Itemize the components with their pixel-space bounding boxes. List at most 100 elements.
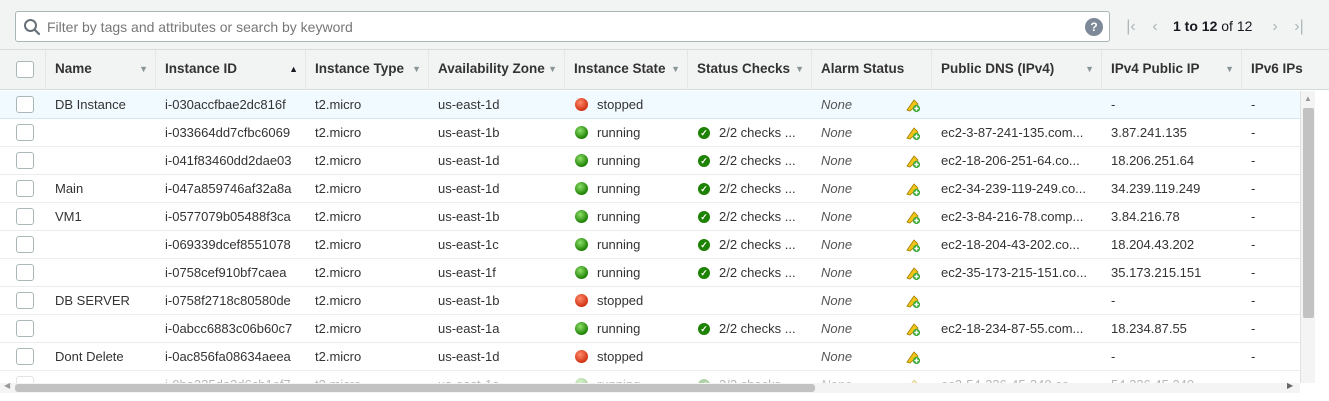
search-box[interactable]: ? — [15, 11, 1110, 42]
add-alarm-icon[interactable] — [905, 181, 921, 197]
scroll-left-icon[interactable]: ◀ — [4, 381, 10, 390]
row-checkbox[interactable] — [16, 348, 34, 365]
table-row[interactable]: i-041f83460dd2dae03 t2.micro us-east-1d run… — [0, 147, 1300, 175]
column-header-status-checks[interactable]: Status Checks ▼ — [688, 50, 812, 90]
last-page-icon[interactable]: ›| — [1292, 18, 1306, 36]
search-input[interactable] — [45, 15, 1075, 38]
horizontal-scrollbar[interactable]: ◀ ▶ — [0, 381, 1300, 393]
table-row[interactable]: Main i-047a859746af32a8a t2.micro us-east-1… — [0, 175, 1300, 203]
instance-state: running — [597, 125, 641, 140]
instance-type: t2.micro — [315, 153, 362, 168]
add-alarm-icon[interactable] — [905, 97, 921, 113]
instance-name — [55, 259, 155, 287]
instance-state: stopped — [597, 349, 644, 364]
status-checks: 2/2 checks ... — [719, 209, 796, 224]
status-checks: 2/2 checks ... — [719, 265, 796, 280]
add-alarm-icon[interactable] — [905, 153, 921, 169]
add-alarm-icon[interactable] — [905, 237, 921, 253]
sort-down-icon[interactable]: ▼ — [412, 50, 421, 88]
ipv6-ips: - — [1251, 209, 1256, 224]
column-header-ipv4-public-ip[interactable]: IPv4 Public IP ▼ — [1102, 50, 1242, 90]
previous-page-icon[interactable]: ‹ — [1148, 18, 1162, 36]
row-checkbox[interactable] — [16, 152, 34, 169]
check-circle-icon: ✓ — [698, 183, 710, 195]
instance-name — [55, 371, 155, 383]
column-label: Instance State — [574, 61, 666, 76]
column-header-instance-type[interactable]: Instance Type ▼ — [306, 50, 429, 90]
row-checkbox[interactable] — [16, 320, 34, 337]
row-checkbox[interactable] — [16, 180, 34, 197]
column-label: Instance ID — [165, 61, 238, 76]
row-checkbox[interactable] — [16, 292, 34, 309]
row-checkbox[interactable] — [16, 376, 34, 383]
instance-id: i-0be235da3d6cb1ef7 — [165, 371, 300, 383]
alarm-status: None — [821, 321, 853, 336]
table-row[interactable]: i-069339dcef8551078 t2.micro us-east-1c run… — [0, 231, 1300, 259]
add-alarm-icon[interactable] — [905, 125, 921, 141]
table-row[interactable]: Dont Delete i-0ac856fa08634aeea t2.micro us… — [0, 343, 1300, 371]
next-page-icon[interactable]: › — [1268, 18, 1282, 36]
column-header-alarm-status[interactable]: Alarm Status — [812, 50, 932, 90]
sort-down-icon[interactable]: ▼ — [548, 50, 557, 88]
add-alarm-icon[interactable] — [905, 321, 921, 337]
instance-state-running-icon — [575, 182, 588, 195]
column-label: IPv6 IPs — [1251, 61, 1303, 76]
row-checkbox[interactable] — [16, 236, 34, 253]
alarm-status: None — [821, 349, 853, 364]
vertical-scroll-thumb[interactable] — [1303, 108, 1314, 318]
scroll-right-icon[interactable]: ▶ — [1287, 381, 1293, 390]
column-header-name[interactable]: Name ▼ — [46, 50, 156, 90]
sort-down-icon[interactable]: ▼ — [1085, 50, 1094, 88]
sort-down-icon[interactable]: ▼ — [139, 50, 148, 88]
public-dns: ec2-3-84-216-78.comp... — [941, 209, 1084, 224]
table-row[interactable]: i-0758cef910bf7caea t2.micro us-east-1f run… — [0, 259, 1300, 287]
column-header-ipv6-ips[interactable]: IPv6 IPs — [1242, 50, 1329, 90]
ipv4-public-ip: 18.206.251.64 — [1111, 153, 1195, 168]
column-header-instance-state[interactable]: Instance State ▼ — [565, 50, 688, 90]
sort-down-icon[interactable]: ▼ — [795, 50, 804, 88]
sort-down-icon[interactable]: ▼ — [671, 50, 680, 88]
instance-name: DB Instance — [55, 97, 126, 112]
status-checks: 2/2 checks ... — [719, 181, 796, 196]
alarm-status: None — [821, 237, 853, 252]
table-row[interactable]: i-0abcc6883c06b60c7 t2.micro us-east-1a run… — [0, 315, 1300, 343]
column-header-availability-zone[interactable]: Availability Zone ▼ — [429, 50, 565, 90]
instance-type: t2.micro — [315, 97, 362, 112]
ipv4-public-ip: - — [1111, 293, 1116, 308]
scroll-up-icon[interactable]: ▲ — [1304, 94, 1312, 103]
instance-id: i-069339dcef8551078 — [165, 237, 291, 252]
add-alarm-icon[interactable] — [905, 293, 921, 309]
horizontal-scroll-thumb[interactable] — [15, 384, 815, 392]
row-checkbox[interactable] — [16, 264, 34, 281]
row-checkbox[interactable] — [16, 124, 34, 141]
instance-state-running-icon — [575, 154, 588, 167]
instance-name: Dont Delete — [55, 349, 124, 364]
table-row[interactable]: i-0be235da3d6cb1ef7 t2.micro us-east-1e run… — [0, 371, 1300, 383]
first-page-icon[interactable]: |‹ — [1124, 18, 1138, 36]
public-dns: ec2-18-206-251-64.co... — [941, 153, 1080, 168]
sort-up-icon[interactable]: ▲ — [289, 50, 298, 88]
help-icon[interactable]: ? — [1085, 18, 1103, 36]
instance-state-stopped-icon — [575, 294, 588, 307]
column-header-public-dns[interactable]: Public DNS (IPv4) ▼ — [932, 50, 1102, 90]
table-row[interactable]: i-033664dd7cfbc6069 t2.micro us-east-1b run… — [0, 119, 1300, 147]
add-alarm-icon[interactable] — [905, 209, 921, 225]
availability-zone: us-east-1b — [438, 209, 500, 224]
table-row[interactable]: VM1 i-0577079b05488f3ca t2.micro us-east-1b… — [0, 203, 1300, 231]
instance-name — [55, 231, 155, 259]
column-label: Availability Zone — [438, 61, 545, 76]
row-checkbox[interactable] — [16, 208, 34, 225]
table-row[interactable]: DB Instance i-030accfbae2dc816f t2.micro us… — [0, 91, 1300, 119]
availability-zone: us-east-1d — [438, 97, 500, 112]
ipv6-ips: - — [1251, 181, 1256, 196]
table-row[interactable]: DB SERVER i-0758f2718c80580de t2.micro us-e… — [0, 287, 1300, 315]
sort-down-icon[interactable]: ▼ — [1225, 50, 1234, 88]
column-header-instance-id[interactable]: Instance ID ▲ — [156, 50, 306, 90]
add-alarm-icon[interactable] — [905, 349, 921, 365]
add-alarm-icon[interactable] — [905, 265, 921, 281]
row-checkbox[interactable] — [16, 96, 34, 113]
select-all-checkbox[interactable] — [16, 61, 34, 78]
instance-type: t2.micro — [315, 237, 362, 252]
ipv6-ips: - — [1251, 321, 1256, 336]
vertical-scrollbar[interactable]: ▲ — [1300, 91, 1315, 383]
